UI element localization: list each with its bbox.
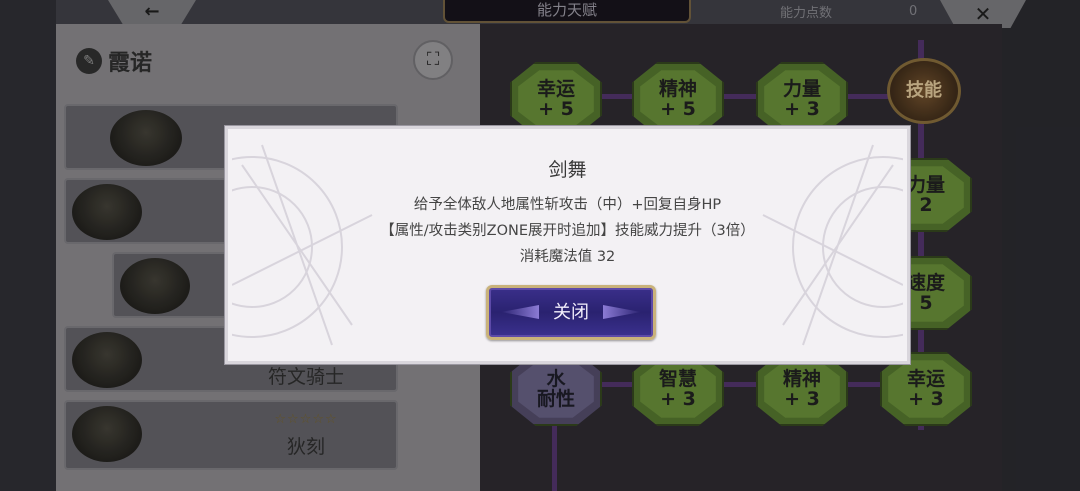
character-name: 霞诺 (108, 51, 153, 76)
stat-node-name: 力量 (782, 77, 821, 100)
stat-node-value: 5 (919, 291, 933, 314)
stat-node-name: 速度 (906, 271, 945, 294)
unit-label: 符文骑士 (267, 366, 344, 388)
tree-connector (555, 382, 925, 387)
unit-stars: ☆☆☆☆☆ (274, 412, 338, 427)
stat-node-value: 耐性 (536, 387, 575, 410)
stat-node-value: + 3 (784, 387, 820, 410)
skill-title: 剑舞 (548, 159, 587, 181)
unit-portrait (72, 184, 142, 240)
stat-node-name: 力量 (906, 173, 945, 196)
skill-description-line: 【属性/攻击类别ZONE展开时追加】技能威力提升（3倍） (380, 223, 755, 239)
node-map-button[interactable]: ⛶ (413, 40, 453, 80)
stat-node-name: 幸运 (906, 367, 945, 390)
left-edge (0, 0, 56, 491)
stat-node-value: 2 (919, 193, 933, 216)
stat-node[interactable]: 力量 + 3 (756, 62, 848, 136)
skill-cost-line: 消耗魔法值 32 (519, 249, 616, 265)
pen-icon: ✎ (76, 48, 102, 74)
unit-portrait (72, 406, 142, 462)
stat-node[interactable]: 精神 + 5 (632, 62, 724, 136)
stat-node-name: 精神 (782, 367, 821, 390)
back-arrow-icon: ← (144, 1, 160, 22)
stat-node-name: 水 (546, 367, 566, 390)
unit-portrait (110, 110, 182, 166)
stat-node-name: 精神 (658, 77, 697, 100)
skill-badge[interactable]: 技能 (887, 58, 961, 124)
tree-connector (555, 94, 925, 99)
stat-node-value: + 3 (660, 387, 696, 410)
stat-node[interactable]: 幸运 + 5 (510, 62, 602, 136)
close-icon: ✕ (974, 2, 992, 26)
stat-node-value: + 5 (660, 97, 696, 120)
unit-portrait (72, 332, 142, 388)
ability-points-label: 能力点数 (780, 6, 833, 21)
right-edge (1002, 0, 1080, 491)
stat-node-name: 幸运 (536, 77, 575, 100)
skill-detail-dialog: 剑舞 给予全体敌人地属性斩攻击（中）+回复自身HP 【属性/攻击类别ZONE展开… (225, 126, 910, 364)
close-dialog-button[interactable]: 关闭 (486, 285, 656, 340)
stat-node-name: 智慧 (658, 367, 697, 390)
character-header: ✎ 霞诺 (76, 44, 152, 78)
ability-talent-tab[interactable]: 能力天赋 (443, 0, 691, 23)
unit-label: 狄刻 (286, 436, 325, 458)
unit-card[interactable]: ☆☆☆☆☆ 狄刻 (64, 400, 398, 470)
skill-description-line: 给予全体敌人地属性斩攻击（中）+回复自身HP (413, 197, 722, 213)
unit-portrait (120, 258, 190, 314)
stat-node-value: + 5 (538, 97, 574, 120)
stat-node-value: + 3 (784, 97, 820, 120)
stat-node-value: + 3 (908, 387, 944, 410)
ability-points-value: 0 (909, 4, 918, 19)
node-map-icon: ⛶ (426, 49, 440, 70)
